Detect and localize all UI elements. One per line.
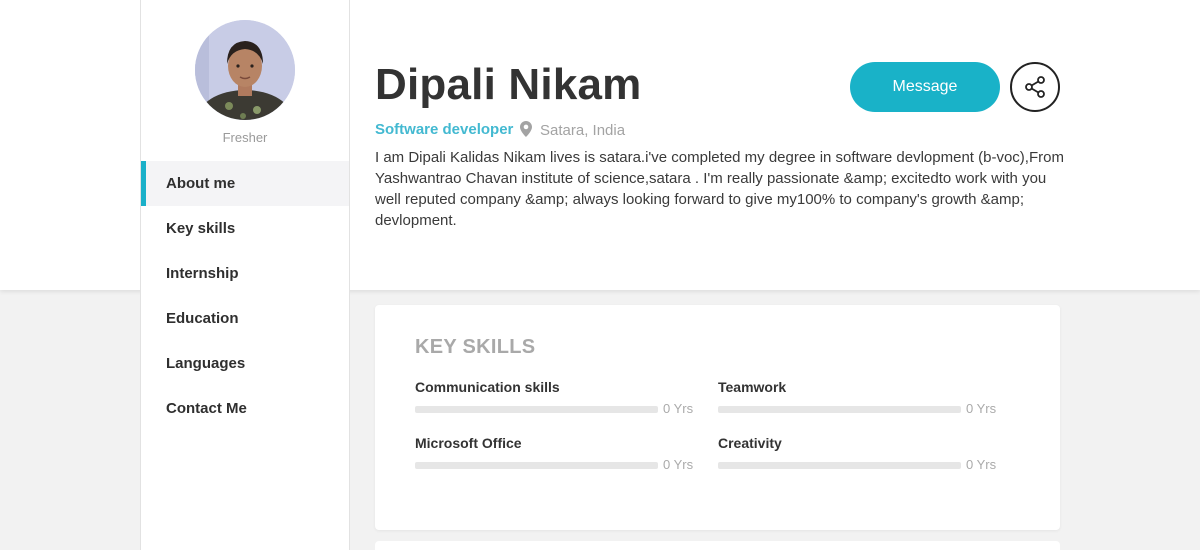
key-skills-title: KEY SKILLS [415, 336, 536, 358]
sidebar-item-key-skills[interactable]: Key skills [141, 206, 349, 251]
skill-years: 0 Yrs [663, 401, 694, 416]
avatar [195, 20, 295, 120]
sidebar-item-about-me[interactable]: About me [141, 161, 349, 206]
skill-item: Communication skills 0 Yrs [415, 379, 695, 419]
next-section-card [375, 541, 1060, 550]
experience-level: Fresher [222, 130, 268, 145]
about-text: I am Dipali Kalidas Nikam lives is satar… [375, 149, 1064, 229]
skill-name: Teamwork [718, 379, 787, 395]
location-text: Satara, India [540, 122, 626, 139]
skill-meter: 0 Yrs [718, 455, 998, 475]
share-button[interactable] [1010, 62, 1060, 112]
share-icon [1025, 76, 1045, 98]
sidebar-item-contact-me[interactable]: Contact Me [141, 386, 349, 431]
skill-meter: 0 Yrs [415, 399, 695, 419]
map-pin-icon [520, 121, 532, 137]
skill-name: Creativity [718, 435, 782, 451]
skill-years: 0 Yrs [966, 401, 997, 416]
skill-progress-bar [718, 406, 961, 413]
skill-years: 0 Yrs [663, 457, 694, 472]
skill-name: Communication skills [415, 379, 560, 395]
skill-years: 0 Yrs [966, 457, 997, 472]
sidebar: Fresher About me Key skills Internship Educ… [140, 0, 350, 550]
message-button[interactable]: Message [850, 62, 1000, 112]
skill-item: Teamwork 0 Yrs [718, 379, 998, 419]
skill-progress-bar [415, 406, 658, 413]
skill-name: Microsoft Office [415, 435, 522, 451]
skill-item: Creativity 0 Yrs [718, 435, 998, 475]
skill-item: Microsoft Office 0 Yrs [415, 435, 695, 475]
sidebar-item-education[interactable]: Education [141, 296, 349, 341]
sidebar-nav: About me Key skills Internship Education Lan… [141, 161, 349, 431]
sidebar-item-languages[interactable]: Languages [141, 341, 349, 386]
skill-progress-bar [718, 462, 961, 469]
skill-meter: 0 Yrs [415, 455, 695, 475]
skill-progress-bar [415, 462, 658, 469]
skill-meter: 0 Yrs [718, 399, 998, 419]
key-skills-card: KEY SKILLS Communication skills 0 Yrs Team… [375, 305, 1060, 530]
profile-role: Software developer [375, 121, 514, 138]
profile-name: Dipali Nikam [375, 60, 642, 109]
profile-location: Satara, India [520, 121, 625, 139]
sidebar-item-internship[interactable]: Internship [141, 251, 349, 296]
